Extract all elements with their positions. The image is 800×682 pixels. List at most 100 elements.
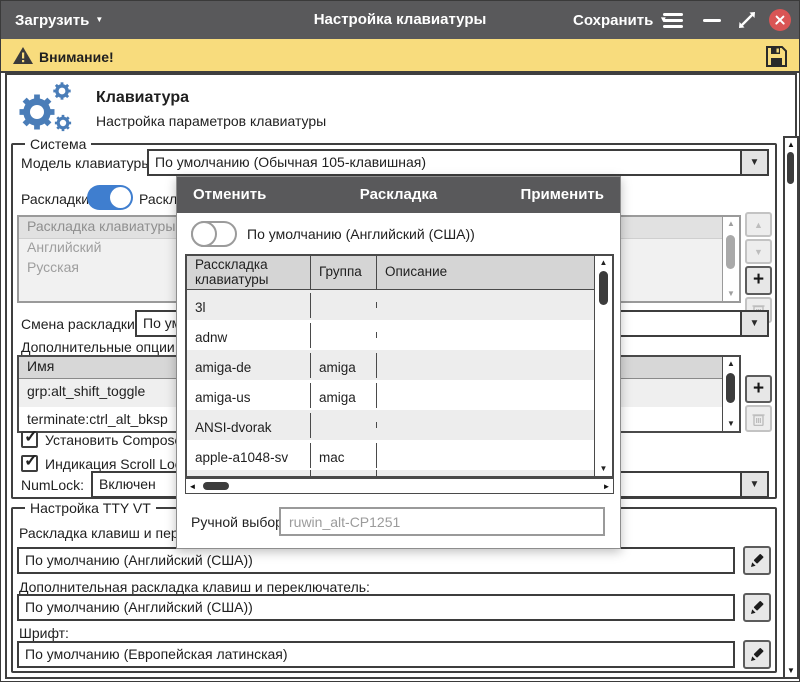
- table-row-partial: [187, 470, 594, 476]
- cell-description: [377, 302, 594, 308]
- system-legend: Система: [25, 136, 91, 152]
- table-row[interactable]: 3l: [187, 290, 594, 320]
- page-subtitle: Настройка параметров клавиатуры: [96, 113, 326, 129]
- edit-tty-extra-layout-button[interactable]: [743, 593, 771, 622]
- up-arrow-icon: ▲: [754, 220, 763, 230]
- tty-font-field: По умолчанию (Европейская латинская): [17, 641, 735, 668]
- column-header[interactable]: Описание: [377, 256, 594, 289]
- layout-dialog: Отменить Раскладка Применить По умолчани…: [176, 176, 621, 549]
- pencil-icon: [750, 553, 765, 568]
- cell-layout: amiga-us: [187, 383, 311, 408]
- cell-layout: adnw: [187, 323, 311, 348]
- layouts-label: Раскладки:: [21, 191, 93, 207]
- scroll-down-icon[interactable]: ▼: [600, 462, 608, 476]
- cell-layout: apple-a1048-sv: [187, 443, 311, 468]
- checkmark-icon: ✓: [24, 427, 38, 447]
- scroll-left-icon[interactable]: ◄: [186, 482, 199, 491]
- manual-select-label: Ручной выбор:: [191, 514, 287, 530]
- cell-description: [377, 332, 594, 338]
- pencil-icon: [750, 600, 765, 615]
- layouts-table: Расскладка клавиатуры Группа Описание 3l…: [185, 254, 614, 478]
- layout-dialog-header: Отменить Раскладка Применить: [177, 177, 620, 213]
- move-up-button: ▲: [745, 212, 772, 237]
- scrollbar-thumb[interactable]: [203, 482, 229, 490]
- compose-checkbox-label: Установить Compose: [45, 432, 182, 448]
- default-layout-toggle[interactable]: [191, 221, 237, 247]
- gears-icon: [13, 79, 79, 137]
- close-icon[interactable]: [769, 9, 791, 31]
- layouts-list-scrollbar: ▲ ▼: [722, 217, 739, 301]
- window-scrollbar[interactable]: ▲ ▼: [783, 136, 799, 679]
- scrollbar-thumb: [726, 235, 735, 269]
- edit-tty-font-button[interactable]: [743, 640, 771, 669]
- cell-description: [377, 422, 594, 428]
- dropdown-arrow-icon[interactable]: ▼: [740, 312, 767, 335]
- edit-tty-layout-button[interactable]: [743, 546, 771, 575]
- layouts-table-scrollbar[interactable]: ▲ ▼: [594, 256, 612, 476]
- cell-layout: amiga-de: [187, 353, 311, 378]
- compose-checkbox[interactable]: ✓: [21, 431, 38, 448]
- table-row[interactable]: apple-a1048-sv mac: [187, 440, 594, 470]
- scroll-right-icon[interactable]: ►: [600, 482, 613, 491]
- save-menu-button[interactable]: Сохранить ▼: [573, 1, 667, 39]
- toggle-knob: [110, 187, 131, 208]
- scroll-up-icon[interactable]: ▲: [787, 138, 795, 151]
- column-header[interactable]: Расскладка клавиатуры: [187, 256, 311, 289]
- keyboard-model-select[interactable]: По умолчанию (Обычная 105-клавишная) ▼: [147, 149, 769, 176]
- expand-icon[interactable]: [737, 10, 757, 30]
- cell-layout: 3l: [187, 293, 311, 318]
- manual-select-input[interactable]: [279, 507, 605, 536]
- keyboard-model-value: По умолчанию (Обычная 105-клавишная): [149, 151, 740, 174]
- table-row[interactable]: adnw: [187, 320, 594, 350]
- cell-group: [311, 302, 377, 308]
- numlock-label: NumLock:: [21, 477, 84, 493]
- warning-bar: Внимание!: [1, 39, 799, 73]
- add-layout-button[interactable]: +: [745, 266, 772, 295]
- cell-group: [311, 422, 377, 428]
- scrolllock-checkbox-label: Индикация Scroll Lock: [45, 456, 189, 472]
- layouts-toggle[interactable]: [87, 185, 133, 210]
- keyboard-settings-window: Загрузить ▼ Настройка клавиатуры Сохрани…: [0, 0, 800, 682]
- plus-icon: +: [753, 270, 764, 289]
- table-row[interactable]: amiga-us amiga: [187, 380, 594, 410]
- scroll-up-icon: ▲: [727, 217, 735, 231]
- scroll-up-icon[interactable]: ▲: [600, 256, 608, 270]
- save-file-icon[interactable]: [765, 45, 788, 68]
- hamburger-menu-icon[interactable]: [663, 10, 683, 31]
- apply-button[interactable]: Применить: [521, 186, 604, 203]
- cell-description: [377, 392, 594, 398]
- scroll-down-icon[interactable]: ▼: [727, 417, 735, 431]
- default-layout-toggle-label: По умолчанию (Английский (США)): [247, 226, 475, 242]
- scroll-up-icon[interactable]: ▲: [727, 357, 735, 371]
- layouts-table-hscrollbar[interactable]: ◄ ►: [185, 478, 614, 494]
- page-title: Клавиатура: [96, 89, 189, 107]
- toggle-knob: [191, 221, 217, 247]
- title-bar: Загрузить ▼ Настройка клавиатуры Сохрани…: [1, 1, 799, 39]
- scroll-down-icon[interactable]: ▼: [787, 664, 795, 677]
- options-table-scrollbar[interactable]: ▲ ▼: [722, 357, 739, 431]
- cell-group: amiga: [311, 383, 377, 408]
- trash-icon: [752, 412, 765, 426]
- scrollbar-thumb[interactable]: [726, 373, 735, 403]
- scrollbar-thumb[interactable]: [787, 152, 794, 184]
- column-header[interactable]: Группа: [311, 256, 377, 289]
- plus-icon: +: [753, 379, 764, 398]
- save-menu-label: Сохранить: [573, 12, 653, 29]
- table-row[interactable]: ANSI-dvorak: [187, 410, 594, 440]
- warning-icon: [13, 47, 33, 64]
- scrollbar-thumb[interactable]: [599, 271, 608, 305]
- dropdown-arrow-icon[interactable]: ▼: [740, 473, 767, 496]
- scrolllock-checkbox[interactable]: ✓: [21, 455, 38, 472]
- keyboard-model-label: Модель клавиатуры:: [21, 155, 155, 171]
- add-option-button[interactable]: +: [745, 375, 772, 403]
- extra-options-label: Дополнительные опции:: [21, 339, 179, 355]
- minimize-icon[interactable]: [703, 19, 721, 22]
- table-row[interactable]: amiga-de amiga: [187, 350, 594, 380]
- tty-legend: Настройка TTY VT: [25, 500, 156, 516]
- layouts-table-header-row: Расскладка клавиатуры Группа Описание: [187, 256, 594, 290]
- warning-label: Внимание!: [39, 49, 114, 65]
- tty-layout-field: По умолчанию (Английский (США)): [17, 547, 735, 574]
- move-down-button: ▼: [745, 239, 772, 264]
- cell-description: [377, 452, 594, 458]
- dropdown-arrow-icon[interactable]: ▼: [740, 151, 767, 174]
